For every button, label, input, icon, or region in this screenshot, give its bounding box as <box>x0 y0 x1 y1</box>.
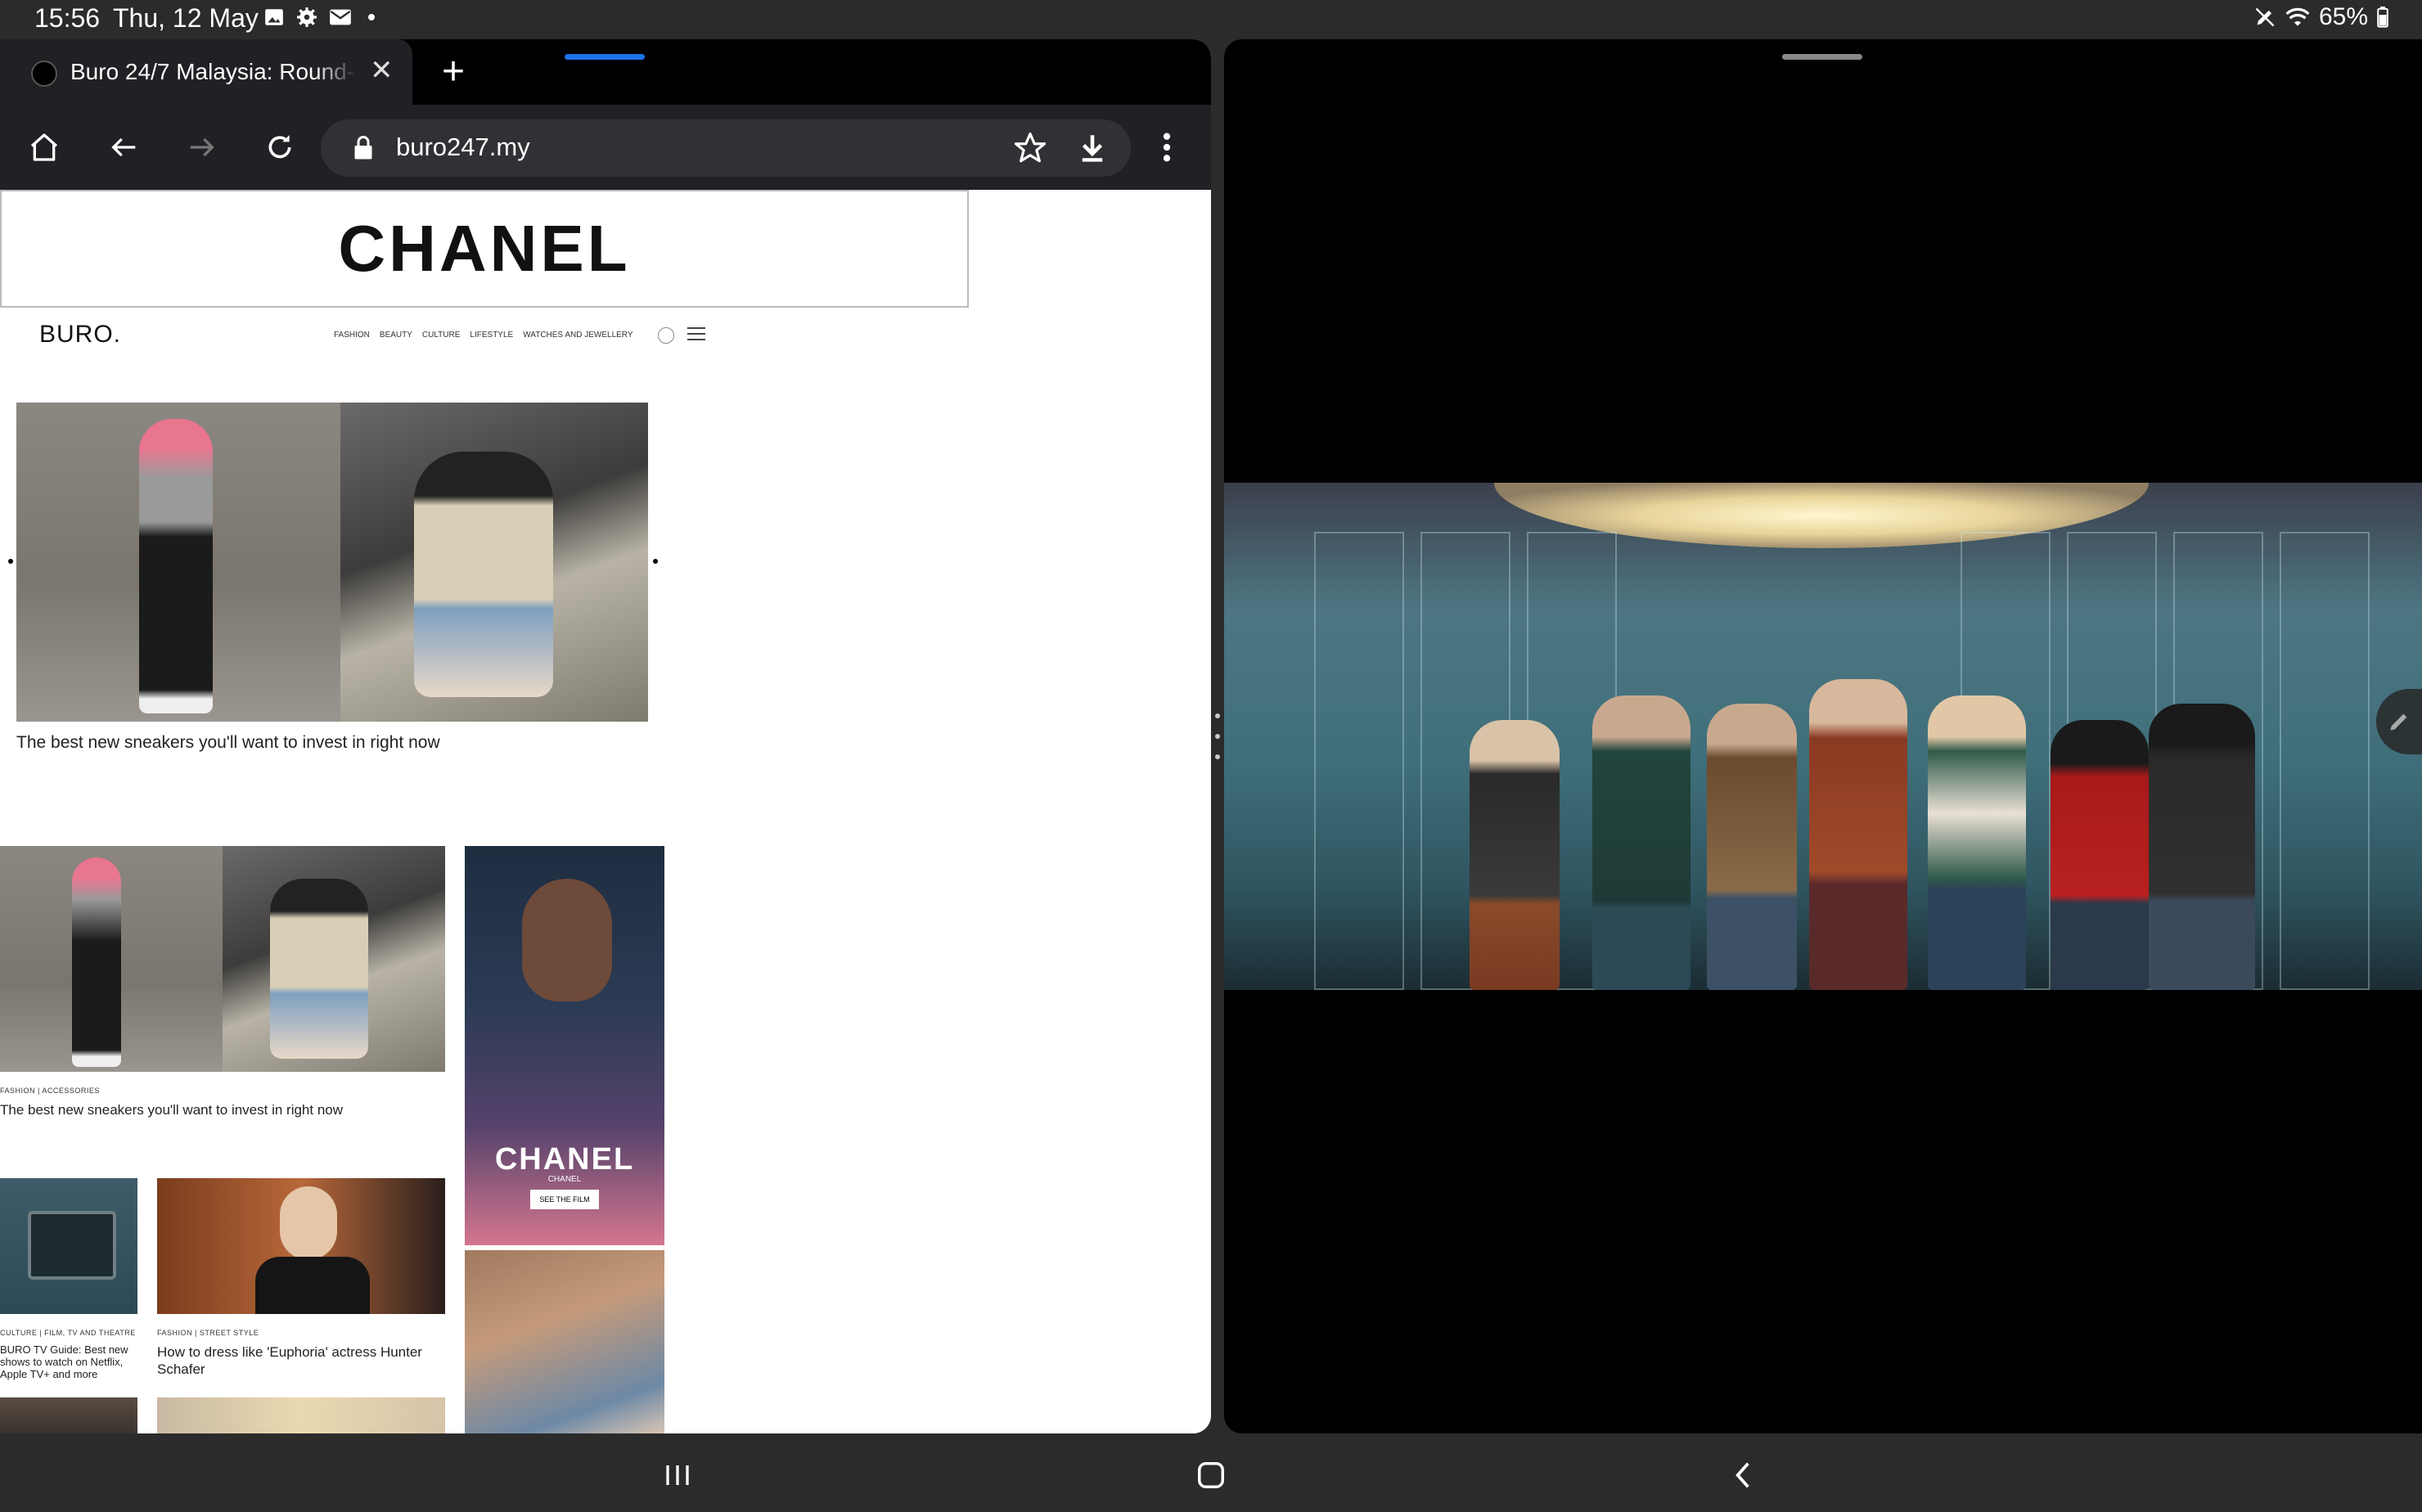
model-figure <box>414 452 553 697</box>
article-image-partial[interactable] <box>157 1397 445 1433</box>
home-nav-button[interactable] <box>1186 1455 1236 1496</box>
pen-icon <box>2390 713 2407 731</box>
new-tab-button[interactable]: + <box>442 49 465 94</box>
site-search-icon[interactable] <box>658 327 674 344</box>
article-title[interactable]: BURO TV Guide: Best new shows to watch o… <box>0 1343 131 1380</box>
article-image[interactable] <box>0 1178 137 1314</box>
stage-panel <box>2280 532 2370 990</box>
browser-tab[interactable]: Buro 24/7 Malaysia: Round-t ✕ <box>0 39 412 105</box>
back-arrow-icon <box>111 137 136 157</box>
hero-caption[interactable]: The best new sneakers you'll want to inv… <box>16 733 440 753</box>
bookmark-star-icon[interactable] <box>1013 131 1047 165</box>
article-title[interactable]: How to dress like 'Euphoria' actress Hun… <box>157 1343 445 1378</box>
hero-photo-right <box>340 403 648 722</box>
status-date: Thu, 12 May <box>113 3 259 33</box>
split-screen-divider[interactable] <box>1214 713 1221 759</box>
article-category[interactable]: FASHION | STREET STYLE <box>157 1329 259 1337</box>
forward-button[interactable] <box>178 124 224 170</box>
hero-image[interactable] <box>16 403 648 722</box>
ad-subtitle: CHANEL <box>547 1175 582 1184</box>
web-page: CHANEL BURO. FASHION BEAUTY CULTURE LIFE… <box>0 190 1211 1433</box>
dancer-figure <box>1707 704 1797 990</box>
chanel-banner-ad[interactable]: CHANEL <box>0 190 969 308</box>
dancer-figure <box>1809 679 1907 990</box>
resize-handle-dot <box>653 559 658 564</box>
article-image[interactable] <box>0 846 445 1072</box>
tab-title: Buro 24/7 Malaysia: Round-t <box>70 59 357 84</box>
nav-culture[interactable]: CULTURE <box>422 331 460 340</box>
more-vert-icon <box>1163 133 1171 162</box>
dancer-figure <box>1928 695 2026 990</box>
notification-icons <box>263 7 375 28</box>
pen-off-icon <box>2255 7 2275 27</box>
hamburger-menu-icon[interactable] <box>687 327 705 342</box>
article-title[interactable]: The best new sneakers you'll want to inv… <box>0 1101 425 1118</box>
wifi-icon <box>2285 7 2310 26</box>
ad-model <box>522 879 612 1001</box>
reload-button[interactable] <box>257 124 303 170</box>
nav-beauty[interactable]: BEAUTY <box>380 331 412 340</box>
battery-icon <box>2377 7 2388 28</box>
download-icon[interactable] <box>1075 131 1110 165</box>
more-dot-icon <box>368 14 375 20</box>
favicon-icon <box>31 61 57 87</box>
model-figure <box>139 419 213 713</box>
status-bar: 15:56 Thu, 12 May 65% <box>0 0 2422 39</box>
recent-apps-button[interactable] <box>653 1455 702 1496</box>
sidebar-ad-image[interactable] <box>465 1250 664 1433</box>
hero-photo-left <box>16 403 340 722</box>
back-chevron-icon <box>1735 1462 1749 1488</box>
ad-chanel-logo: CHANEL <box>494 1142 635 1177</box>
nav-fashion[interactable]: FASHION <box>334 331 370 340</box>
article-category[interactable]: CULTURE | FILM, TV AND THEATRE <box>0 1329 137 1337</box>
window-drag-handle[interactable] <box>565 54 645 60</box>
chanel-sidebar-ad[interactable]: CHANEL CHANEL SEE THE FILM <box>465 846 664 1245</box>
article-image-partial[interactable] <box>0 1397 137 1433</box>
window-drag-handle[interactable] <box>1782 54 1862 60</box>
reload-icon <box>268 135 291 159</box>
email-icon <box>330 9 351 25</box>
resize-handle-dot <box>8 559 13 564</box>
recent-apps-icon <box>666 1465 689 1485</box>
close-tab-icon[interactable]: ✕ <box>370 54 394 87</box>
gallery-icon <box>265 9 283 25</box>
url-text[interactable]: buro247.my <box>396 133 530 162</box>
article-image[interactable] <box>157 1178 445 1314</box>
home-icon <box>30 133 58 161</box>
nav-watches-jewellery[interactable]: WATCHES AND JEWELLERY <box>523 331 633 340</box>
site-header: BURO. FASHION BEAUTY CULTURE LIFESTYLE W… <box>39 321 710 353</box>
stage-panel <box>1314 532 1404 990</box>
dancer-figure <box>1592 695 1690 990</box>
system-nav-bar <box>0 1433 2422 1512</box>
browser-window: Buro 24/7 Malaysia: Round-t ✕ + buro247.… <box>0 39 1211 1433</box>
article-category[interactable]: FASHION | ACCESSORIES <box>0 1087 100 1095</box>
see-the-film-button[interactable]: SEE THE FILM <box>530 1190 599 1209</box>
site-nav: FASHION BEAUTY CULTURE LIFESTYLE WATCHES… <box>334 331 633 340</box>
back-button[interactable] <box>101 124 147 170</box>
video-player-window <box>1224 39 2422 1433</box>
battery-percent: 65% <box>2318 3 2368 30</box>
dancer-figure <box>1470 720 1560 990</box>
forward-arrow-icon <box>190 137 214 157</box>
status-time: 15:56 <box>34 3 101 33</box>
settings-icon <box>297 7 317 27</box>
buro-logo[interactable]: BURO. <box>39 321 121 349</box>
video-frame[interactable] <box>1224 483 2422 990</box>
nav-lifestyle[interactable]: LIFESTYLE <box>470 331 513 340</box>
dancer-figure <box>2149 704 2255 990</box>
home-square-icon <box>1198 1462 1224 1488</box>
browser-menu-button[interactable] <box>1144 124 1190 170</box>
lock-icon[interactable] <box>353 136 373 160</box>
dancer-figure <box>2051 720 2149 990</box>
tab-strip: Buro 24/7 Malaysia: Round-t ✕ + <box>0 39 1211 105</box>
back-nav-button[interactable] <box>1718 1455 1767 1496</box>
address-bar[interactable]: buro247.my <box>321 119 1131 177</box>
browser-toolbar: buro247.my <box>0 105 1211 190</box>
home-button[interactable] <box>21 124 67 170</box>
chanel-logo: CHANEL <box>338 212 631 285</box>
